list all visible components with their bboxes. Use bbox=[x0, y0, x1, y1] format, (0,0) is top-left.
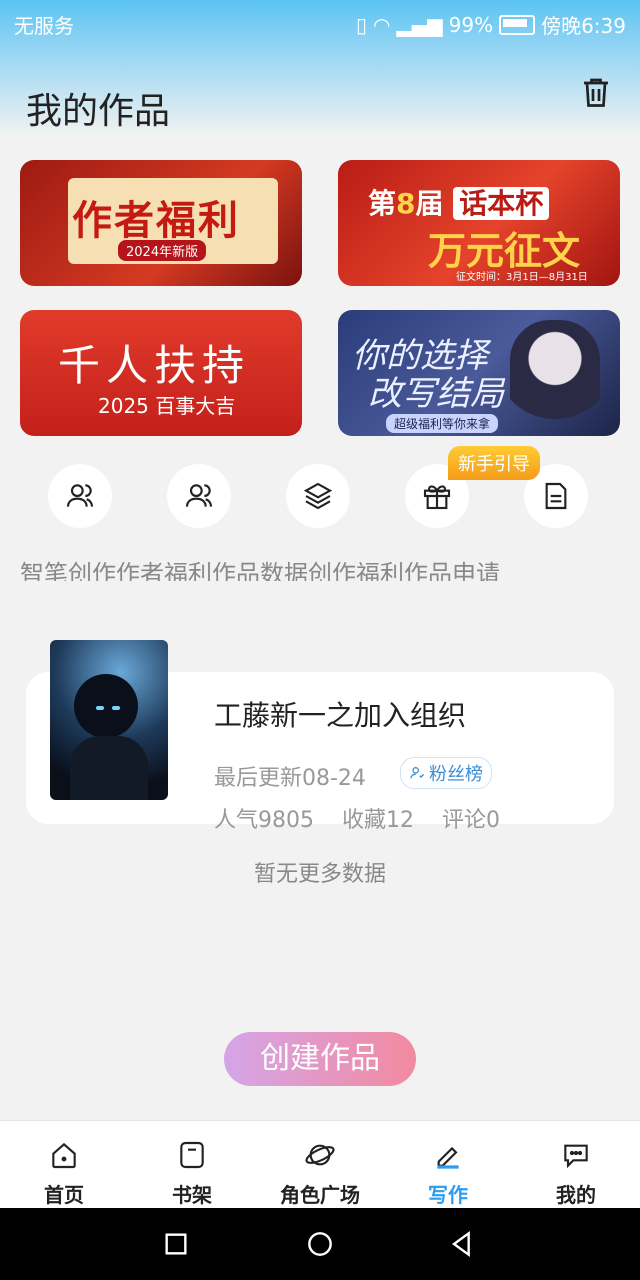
work-data-button[interactable] bbox=[286, 464, 350, 528]
newbie-guide-badge[interactable]: 新手引导 bbox=[448, 446, 540, 480]
work-cover[interactable] bbox=[50, 640, 168, 800]
status-right: ▯ ◠ ▂▄▆ 99% 傍晚6:39 bbox=[356, 10, 626, 39]
signal-icon: ▂▄▆ bbox=[396, 12, 443, 37]
system-nav-bar bbox=[0, 1208, 640, 1280]
planet-icon bbox=[305, 1144, 335, 1166]
wifi-icon: ◠ bbox=[373, 12, 391, 37]
battery-percent: 99% bbox=[448, 12, 494, 37]
work-title[interactable]: 工藤新一之加入组织 bbox=[214, 694, 466, 734]
vibrate-icon: ▯ bbox=[356, 12, 368, 37]
work-updated: 最后更新08-24 bbox=[214, 766, 366, 791]
banner-subtitle: 万元征文 bbox=[428, 229, 581, 273]
banner-date: 征文时间：3月1日—8月31日 bbox=[456, 272, 588, 283]
create-work-button[interactable]: 创建作品 bbox=[224, 1032, 416, 1086]
tab-bookshelf[interactable]: 书架 bbox=[128, 1121, 256, 1209]
home-nav-icon[interactable] bbox=[304, 1228, 336, 1260]
page-title: 我的作品 bbox=[26, 91, 171, 132]
recents-icon[interactable] bbox=[160, 1228, 192, 1260]
home-icon bbox=[52, 1142, 76, 1169]
layers-icon bbox=[303, 482, 333, 510]
fans-ranking-badge[interactable]: 粉丝榜 bbox=[400, 757, 492, 789]
banner-author-welfare[interactable]: 作者福利 2024年新版 bbox=[20, 160, 302, 286]
popularity-text: 人气9805 bbox=[214, 808, 314, 833]
carrier-text: 无服务 bbox=[14, 14, 74, 38]
users-icon bbox=[66, 484, 94, 507]
favorites-text: 收藏12 bbox=[342, 808, 414, 833]
trash-icon[interactable] bbox=[578, 74, 614, 110]
smart-writing-button[interactable] bbox=[48, 464, 112, 528]
author-welfare-button[interactable] bbox=[167, 464, 231, 528]
no-more-data-text: 暂无更多数据 bbox=[253, 862, 386, 887]
shortcut-labels: 智笔创作作者福利作品数据创作福利作品申请 bbox=[20, 560, 500, 581]
user-icon bbox=[410, 767, 425, 779]
tab-writing[interactable]: 写作 bbox=[384, 1121, 512, 1209]
back-icon[interactable] bbox=[446, 1228, 478, 1260]
banner-subtitle: 2024年新版 bbox=[118, 240, 207, 261]
chat-icon bbox=[564, 1144, 588, 1169]
work-stats: 人气9805 收藏12 评论0 bbox=[214, 802, 500, 834]
bottom-tab-bar: 首页 书架 角色广场 写作 我的 bbox=[0, 1120, 640, 1209]
banner-essay-contest[interactable]: 第8届 话本杯 万元征文 征文时间：3月1日—8月31日 bbox=[338, 160, 620, 286]
banner-title: 第8届 话本杯 bbox=[368, 182, 550, 222]
document-icon bbox=[545, 482, 567, 510]
banner-title: 作者福利 bbox=[72, 198, 240, 244]
banner-subtitle: 超级福利等你来拿 bbox=[386, 414, 499, 433]
banner-your-choice[interactable]: 你的选择 改写结局 超级福利等你来拿 bbox=[338, 310, 620, 436]
banner-title: 千人扶持 bbox=[58, 341, 251, 390]
tab-home[interactable]: 首页 bbox=[0, 1121, 128, 1209]
banner-title-line2: 改写结局 bbox=[368, 374, 504, 414]
battery-icon bbox=[499, 14, 536, 35]
character-illustration bbox=[510, 320, 600, 430]
users-icon bbox=[185, 484, 213, 507]
banner-subtitle: 2025 百事大吉 bbox=[98, 394, 236, 418]
tab-character-square[interactable]: 角色广场 bbox=[256, 1121, 384, 1209]
status-bar: 无服务 ▯ ◠ ▂▄▆ 99% 傍晚6:39 bbox=[0, 0, 640, 44]
bookshelf-icon bbox=[180, 1141, 204, 1169]
comments-text: 评论0 bbox=[442, 808, 500, 833]
banner-support-program[interactable]: 千人扶持 2025 百事大吉 bbox=[20, 310, 302, 436]
gift-icon bbox=[423, 485, 451, 510]
tab-mine[interactable]: 我的 bbox=[512, 1121, 640, 1209]
clock-text: 傍晚6:39 bbox=[541, 14, 626, 38]
pen-icon bbox=[437, 1146, 459, 1169]
